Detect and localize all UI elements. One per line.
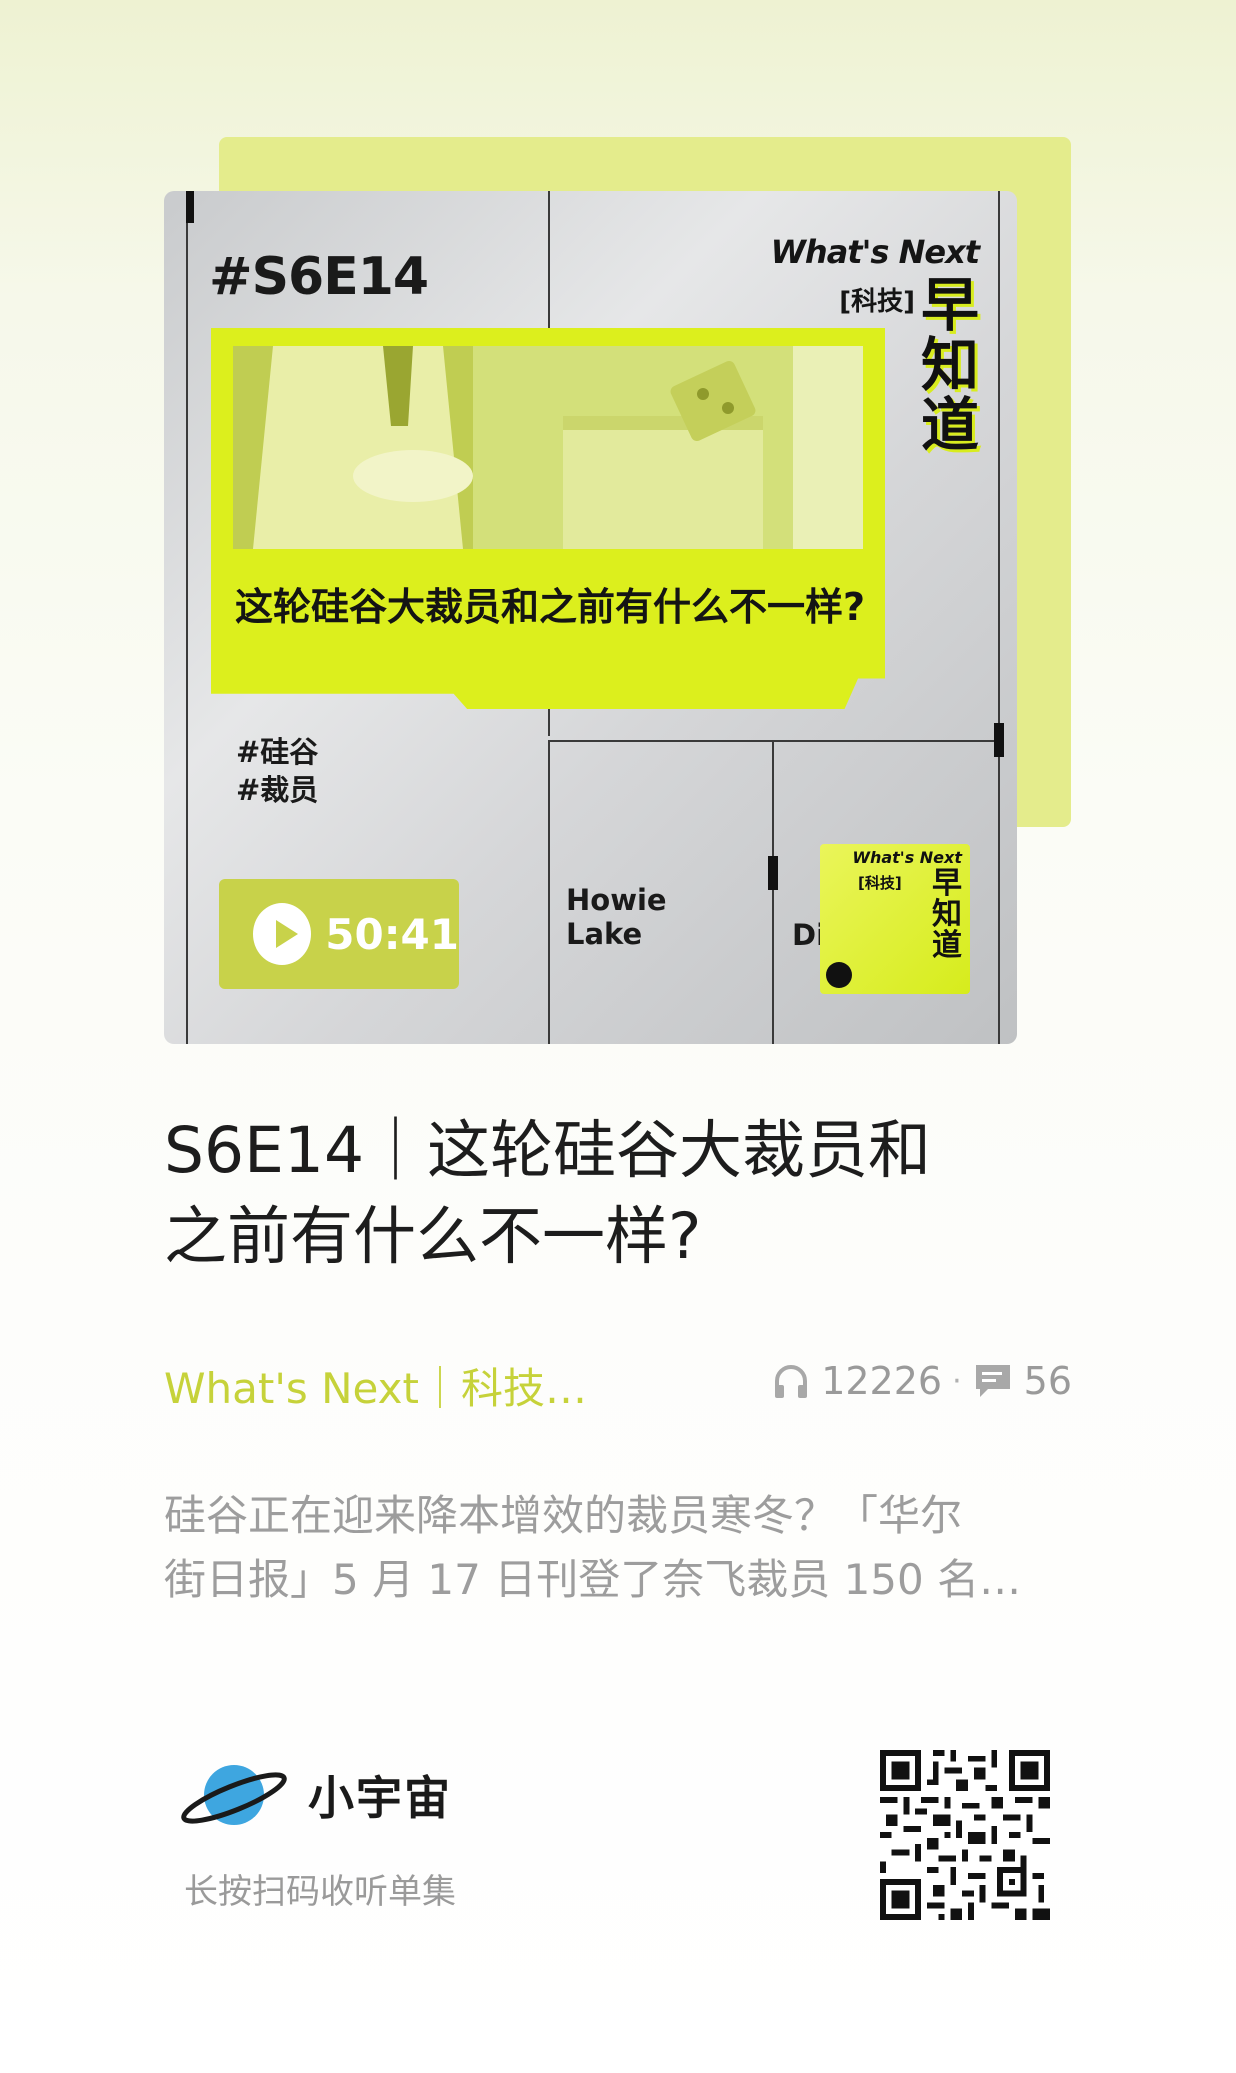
tag: #裁员 (236, 773, 319, 807)
grid-line (998, 191, 1000, 1044)
description-line: 硅谷正在迎来降本增效的裁员寒冬？「华尔 (164, 1491, 963, 1540)
office-photo-illustration (233, 346, 863, 549)
description-line: 街日报」5 月 17 日刊登了奈飞裁员 150 名… (164, 1555, 1022, 1604)
episode-description: 硅谷正在迎来降本增效的裁员寒冬？「华尔 街日报」5 月 17 日刊登了奈飞裁员 … (164, 1484, 1064, 1612)
logo-char: 早 (932, 866, 962, 901)
comment-count: 56 (1023, 1359, 1072, 1403)
logo-char: 早 (920, 271, 979, 339)
grid-line (772, 742, 774, 1044)
episode-title-line: S6E14｜这轮硅谷大裁员和 (164, 1114, 932, 1187)
grid-tick (994, 723, 1004, 757)
episode-cover[interactable]: #S6E14 What's Next [科技] 早 知 道 这轮硅谷大裁员和之前… (164, 191, 1017, 1044)
planet-logo-icon (181, 1765, 287, 1825)
logo-char: 知 (932, 897, 962, 932)
sound-badge-icon (826, 962, 852, 988)
mini-logo-tech: [科技] (858, 874, 902, 892)
play-duration-button[interactable]: 50:41 (219, 879, 459, 989)
host-last-name: Lake (566, 917, 643, 951)
logo-char: 知 (920, 331, 979, 399)
stats-separator: · (952, 1363, 962, 1399)
grid-line (548, 742, 550, 1044)
play-count: 12226 (821, 1359, 943, 1403)
qr-code-image (880, 1750, 1050, 1920)
logo-char: 道 (920, 391, 979, 459)
grid-tick (186, 191, 194, 223)
grid-tick (768, 856, 778, 890)
mini-podcast-cover: What's Next [科技] 早 知 道 (820, 844, 970, 994)
host-name: Howie Lake (566, 883, 667, 951)
episode-stats: 12226 · 56 (771, 1359, 1072, 1403)
podcast-name-link[interactable]: What's Next｜科技… (164, 1355, 587, 1416)
headphones-icon (775, 1365, 808, 1398)
brand-logo: 小宇宙 (178, 1760, 452, 1830)
episode-title: S6E14｜这轮硅谷大裁员和 之前有什么不一样? (164, 1108, 1064, 1280)
brand-name: 小宇宙 (308, 1771, 452, 1825)
host-first-name: Howie (566, 883, 667, 917)
logo-zao-zhi-dao: 早 知 道 (921, 275, 979, 455)
scan-hint: 长按扫码收听单集 (184, 1872, 456, 1912)
grid-line (548, 740, 1000, 742)
mini-logo-zao: 早 知 道 (932, 868, 962, 961)
play-icon (253, 903, 312, 965)
headline-box: 这轮硅谷大裁员和之前有什么不一样? (211, 328, 885, 709)
cover-tags: #硅谷 #裁员 (236, 733, 318, 809)
qr-code[interactable] (880, 1750, 1050, 1920)
episode-meta: What's Next｜科技… 12226 · 56 (164, 1355, 1072, 1415)
logo-char: 道 (932, 928, 962, 963)
episode-title-line: 之前有什么不一样? (164, 1200, 702, 1273)
episode-code: #S6E14 (209, 247, 429, 307)
hero-photo (233, 346, 863, 549)
duration-label: 50:41 (325, 909, 459, 959)
tag: #硅谷 (236, 735, 319, 769)
mini-logo-whats-next: What's Next (852, 848, 962, 867)
logo-whats-next: What's Next (770, 233, 980, 271)
cover-headline: 这轮硅谷大裁员和之前有什么不一样? (235, 585, 866, 629)
comment-icon (975, 1365, 1010, 1397)
grid-line (186, 191, 188, 1044)
logo-tech-label: [科技] (839, 287, 915, 317)
